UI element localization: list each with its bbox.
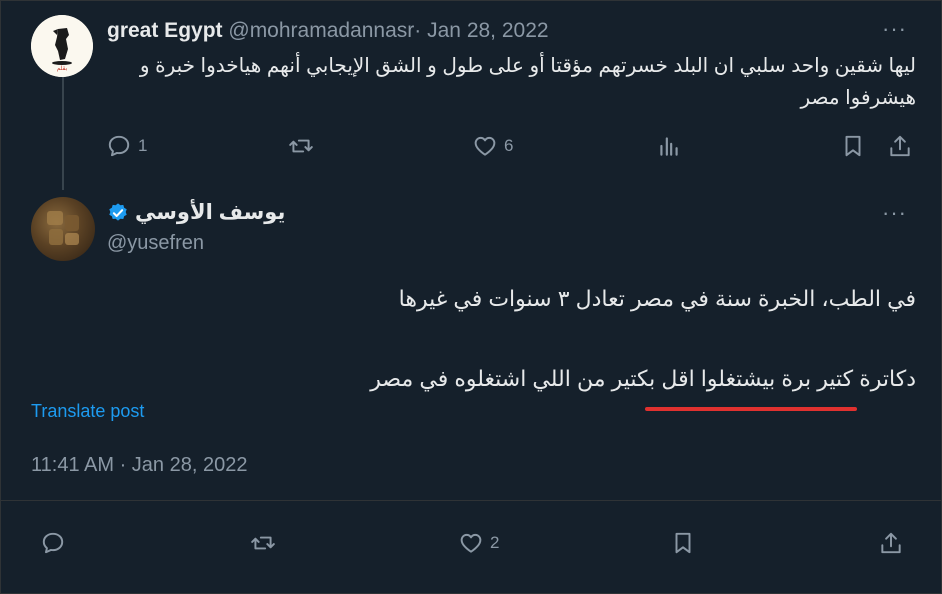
thread-connector-line xyxy=(62,76,64,190)
main-reply-button[interactable] xyxy=(40,530,66,556)
main-display-name[interactable]: يوسف الأوسي xyxy=(135,200,285,225)
header-separator: · xyxy=(414,19,422,42)
main-handle[interactable]: @yusefren xyxy=(107,232,204,255)
translate-post-link[interactable]: Translate post xyxy=(31,401,144,422)
reply-tweet-header: great Egypt @mohramadannasr· Jan 28, 202… xyxy=(107,19,549,43)
share-button[interactable] xyxy=(887,133,913,159)
bookmark-icon xyxy=(845,135,861,157)
bookmark-button[interactable] xyxy=(840,133,866,159)
avatar-great-egypt[interactable]: بقلم xyxy=(31,15,93,77)
share-icon xyxy=(890,135,910,157)
verified-badge-icon xyxy=(109,202,127,221)
main-retweet-button[interactable] xyxy=(250,530,276,556)
reply-icon xyxy=(108,135,130,157)
retweet-icon xyxy=(289,139,313,153)
tweet-timestamp[interactable]: 11:41 AM · Jan 28, 2022 xyxy=(31,454,247,477)
main-tweet-text-line-2: دكاترة كتير برة بيشتغلوا اقل بكتير من ال… xyxy=(370,366,916,391)
svg-text:بقلم: بقلم xyxy=(57,65,68,72)
annotation-underline xyxy=(645,407,857,411)
main-like-button[interactable]: 2 xyxy=(458,530,499,556)
main-display-name-row: يوسف الأوسي xyxy=(107,200,285,225)
reply-more-options-icon[interactable]: ··· xyxy=(882,16,907,42)
views-button[interactable] xyxy=(656,133,682,159)
main-more-options-icon[interactable]: ··· xyxy=(882,200,907,226)
reply-tweet-text: ليها شقين واحد سلبي ان البلد خسرتهم مؤقت… xyxy=(139,55,916,109)
like-icon xyxy=(474,136,496,156)
reply-count: 1 xyxy=(138,136,148,155)
reply-display-name[interactable]: great Egypt xyxy=(107,19,223,42)
reply-date[interactable]: Jan 28, 2022 xyxy=(427,19,548,42)
main-bookmark-button[interactable] xyxy=(670,530,696,556)
retweet-button[interactable] xyxy=(288,133,314,159)
views-icon xyxy=(660,137,678,156)
action-bar-divider xyxy=(0,500,942,501)
avatar-yusefren[interactable] xyxy=(31,197,95,261)
retweet-icon xyxy=(251,536,275,550)
main-share-button[interactable] xyxy=(878,530,904,556)
main-like-count: 2 xyxy=(490,533,500,552)
like-button[interactable]: 6 xyxy=(472,133,513,159)
bookmark-icon xyxy=(675,532,691,554)
like-count: 6 xyxy=(504,136,514,155)
main-tweet-text-line-1: في الطب، الخبرة سنة في مصر تعادل ٣ سنوات… xyxy=(398,286,916,311)
reply-button[interactable]: 1 xyxy=(106,133,147,159)
share-icon xyxy=(881,532,901,554)
like-icon xyxy=(460,533,482,553)
reply-icon xyxy=(42,532,64,554)
reply-handle[interactable]: @mohramadannasr xyxy=(228,19,414,42)
